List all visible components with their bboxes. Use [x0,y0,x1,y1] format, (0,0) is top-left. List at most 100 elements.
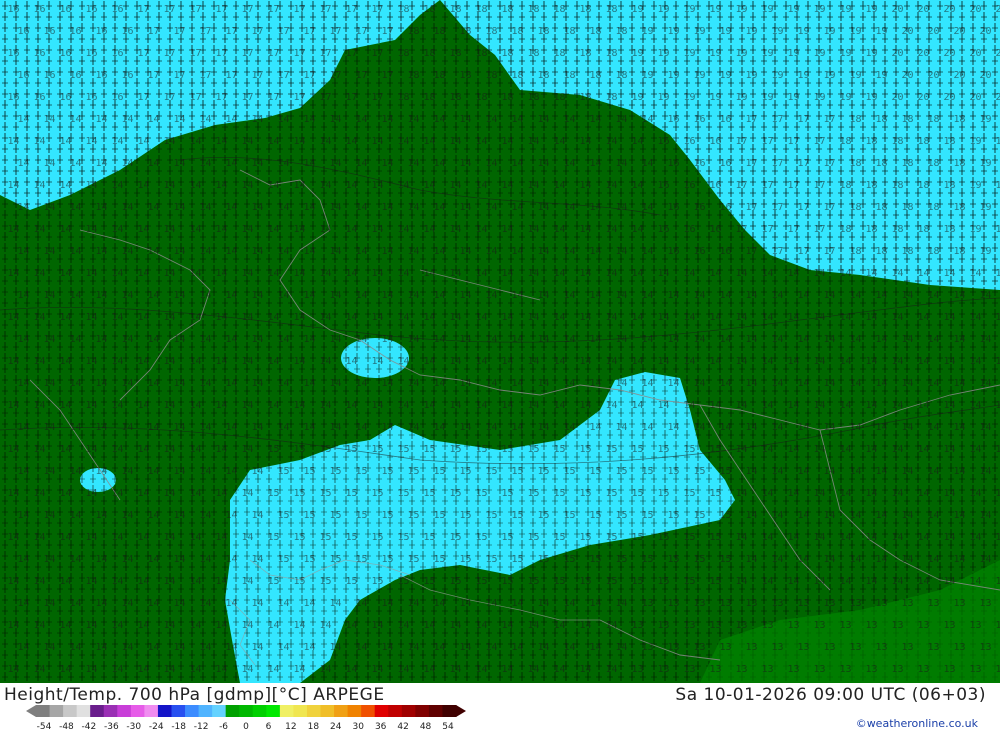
isotherm-label: 18 [605,92,617,103]
isotherm-label: 16 [111,4,123,15]
isotherm-label: 19 [745,70,757,81]
isotherm-label: 15 [657,532,669,543]
isotherm-label: 20 [943,92,955,103]
isotherm-label: 14 [953,378,965,389]
isotherm-label: 14 [199,114,211,125]
isotherm-label: 17 [293,4,305,15]
isotherm-label: 14 [17,378,29,389]
isotherm-label: 17 [381,26,393,37]
isotherm-label: 13 [813,620,825,631]
isotherm-label: 15 [267,576,279,587]
isotherm-label: 19 [631,92,643,103]
isotherm-label: 18 [423,4,435,15]
isotherm-label: 17 [371,48,383,59]
isotherm-label: 17 [771,246,783,257]
isotherm-label: 18 [553,4,565,15]
isotherm-label: 16 [43,26,55,37]
isotherm-label: 14 [267,620,279,631]
isotherm-label: 14 [475,224,487,235]
isotherm-label: 14 [147,158,159,169]
isotherm-label: 14 [397,664,409,675]
isotherm-label: 18 [553,92,565,103]
isotherm-label: 14 [33,312,45,323]
isotherm-label: 14 [449,620,461,631]
legend-swatch [252,705,267,717]
isotherm-label: 14 [277,290,289,301]
legend-tick-label: -24 [149,722,164,732]
isotherm-label: 14 [85,356,97,367]
isotherm-label: 14 [423,180,435,191]
isotherm-label: 18 [953,158,965,169]
isotherm-label: 17 [797,246,809,257]
isotherm-label: 17 [813,180,825,191]
isotherm-label: 14 [293,268,305,279]
isotherm-label: 20 [995,92,1000,103]
isotherm-label: 19 [875,70,887,81]
isotherm-label: 14 [251,290,263,301]
isotherm-label: 14 [173,378,185,389]
isotherm-label: 14 [423,356,435,367]
isotherm-label: 14 [319,620,331,631]
isotherm-label: 14 [33,488,45,499]
isotherm-label: 14 [17,246,29,257]
isotherm-label: 14 [839,444,851,455]
isotherm-label: 14 [537,334,549,345]
isotherm-label: 13 [709,620,721,631]
isotherm-label: 18 [579,48,591,59]
isotherm-label: 14 [189,532,201,543]
isotherm-label: 14 [631,136,643,147]
isotherm-label: 13 [719,598,731,609]
isotherm-label: 14 [355,290,367,301]
isotherm-label: 17 [797,202,809,213]
isotherm-label: 14 [267,312,279,323]
isotherm-label: 14 [95,114,107,125]
legend-tick-label: 36 [375,722,387,732]
isotherm-label: 14 [875,554,887,565]
isotherm-label: 14 [59,664,71,675]
isotherm-label: 14 [501,268,513,279]
isotherm-label: 14 [475,356,487,367]
isotherm-label: 18 [953,202,965,213]
isotherm-label: 14 [969,356,981,367]
legend-swatch [266,705,281,717]
isotherm-label: 13 [865,664,877,675]
isotherm-label: 14 [251,554,263,565]
isotherm-label: 14 [95,554,107,565]
isotherm-label: 14 [345,136,357,147]
isotherm-label: 14 [667,334,679,345]
legend-swatch [157,705,172,717]
isotherm-label: 14 [813,444,825,455]
isotherm-label: 14 [797,422,809,433]
isotherm-label: 14 [901,466,913,477]
isotherm-label: 14 [605,356,617,367]
isotherm-label: 17 [241,48,253,59]
isotherm-label: 18 [527,92,539,103]
isotherm-label: 17 [745,202,757,213]
isotherm-label: 14 [121,158,133,169]
isotherm-label: 14 [537,246,549,257]
isotherm-label: 14 [251,598,263,609]
isotherm-label: 14 [423,136,435,147]
isotherm-label: 14 [293,180,305,191]
isotherm-label: 14 [917,312,929,323]
isotherm-label: 14 [605,664,617,675]
isotherm-label: 14 [813,268,825,279]
isotherm-label: 17 [823,158,835,169]
isotherm-label: 14 [137,664,149,675]
isotherm-label: 18 [943,224,955,235]
isotherm-label: 15 [381,554,393,565]
isotherm-label: 16 [111,48,123,59]
isotherm-label: 14 [17,290,29,301]
legend-swatch [225,705,240,717]
credit-link[interactable]: ©weatheronline.co.uk [856,717,978,730]
isotherm-label: 15 [371,488,383,499]
isotherm-label: 14 [589,158,601,169]
isotherm-label: 14 [735,400,747,411]
isotherm-label: 15 [293,576,305,587]
isotherm-label: 14 [33,620,45,631]
isotherm-label: 14 [7,356,19,367]
isotherm-label: 18 [927,114,939,125]
isotherm-label: 18 [501,48,513,59]
isotherm-label: 17 [771,158,783,169]
isotherm-label: 14 [849,554,861,565]
